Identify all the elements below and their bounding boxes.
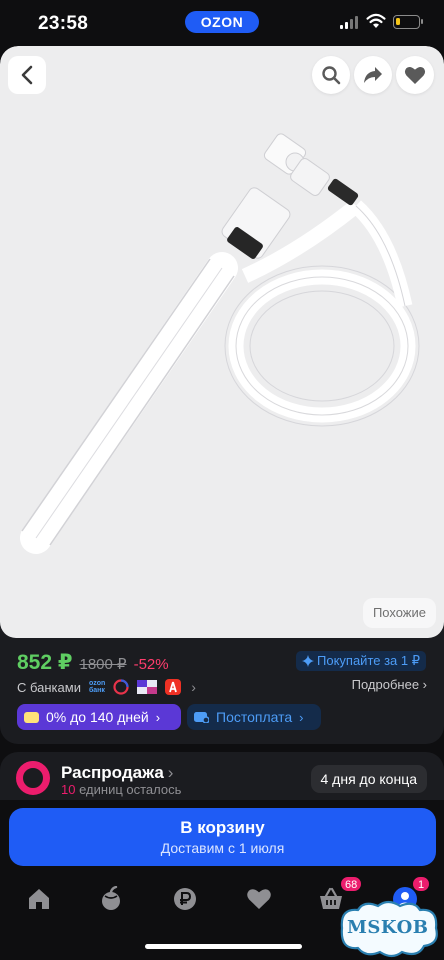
sale-ring-icon — [16, 761, 50, 795]
share-button[interactable] — [354, 56, 392, 94]
siphon-pump-image — [20, 133, 420, 554]
sale-title: Распродажа › — [61, 763, 174, 782]
add-to-cart-label: В корзину — [180, 818, 265, 837]
battery-icon — [393, 15, 423, 29]
price-row: 852 ₽ 1800 ₽ -52% — [17, 650, 169, 674]
delivery-date: Доставим с 1 июля — [160, 840, 285, 856]
payments-icon[interactable] — [172, 886, 198, 912]
favorites-icon[interactable] — [246, 886, 272, 912]
buy-for-1-rub-badge[interactable]: Покупайте за 1 ₽ — [296, 651, 427, 671]
share-icon — [364, 67, 382, 83]
watermark-text: MSKOB — [347, 917, 429, 938]
ozon-badge: OZON — [185, 11, 259, 33]
home-indicator — [145, 944, 302, 949]
postpay-card-icon — [194, 712, 209, 723]
cart-bar: В корзину Доставим с 1 июля — [0, 800, 444, 876]
sparkle-icon — [302, 655, 314, 667]
search-icon — [322, 66, 341, 85]
card-icon — [24, 711, 39, 723]
postpay-button[interactable]: Постоплата › — [187, 704, 321, 730]
favorite-button[interactable] — [396, 56, 434, 94]
old-price: 1800 ₽ — [79, 656, 127, 673]
installment-button[interactable]: 0% до 140 дней › — [17, 704, 181, 730]
banks-label: С банками — [17, 679, 81, 695]
chevron-right-icon: › — [155, 709, 161, 725]
bank-logo-icon — [137, 680, 158, 694]
bank-logo-icon — [165, 679, 182, 695]
back-button[interactable] — [8, 56, 46, 94]
cart-count-badge: 68 — [340, 876, 363, 892]
add-to-cart-button[interactable]: В корзину Доставим с 1 июля — [9, 808, 436, 866]
status-time: 23:58 — [38, 13, 89, 34]
heart-icon — [404, 66, 426, 84]
search-button[interactable] — [312, 56, 350, 94]
bank-offers[interactable]: С банками ozon банк › — [17, 677, 196, 697]
profile-badge: 1 — [412, 876, 430, 892]
bank-logo-icon — [113, 679, 129, 695]
units-left: 10 единиц осталось — [61, 782, 182, 797]
installment-label: 0% до 140 дней — [46, 709, 149, 725]
product-card: Похожие 852 ₽ 1800 ₽ -52% Покупайте за 1… — [0, 46, 444, 744]
catalog-icon[interactable] — [98, 886, 124, 912]
more-details-link[interactable]: Подробнее › — [352, 677, 427, 692]
similar-button[interactable]: Похожие — [362, 598, 436, 628]
cellular-signal-icon — [340, 15, 360, 29]
chevron-left-icon — [21, 65, 33, 85]
home-icon[interactable] — [26, 886, 52, 912]
postpay-label: Постоплата — [216, 709, 293, 725]
ozon-bank-logo: ozon банк — [88, 680, 106, 694]
buy-for-label: Покупайте за 1 ₽ — [317, 653, 421, 668]
discount-badge: -52% — [133, 656, 169, 673]
days-left-badge: 4 дня до конца — [310, 765, 427, 793]
product-photo[interactable]: Похожие — [0, 46, 444, 638]
status-bar: 23:58 OZON — [0, 0, 444, 46]
chevron-right-icon: › — [299, 709, 304, 725]
current-price: 852 ₽ — [17, 651, 73, 674]
chevron-right-icon: › — [191, 679, 196, 695]
wifi-icon — [366, 13, 386, 28]
